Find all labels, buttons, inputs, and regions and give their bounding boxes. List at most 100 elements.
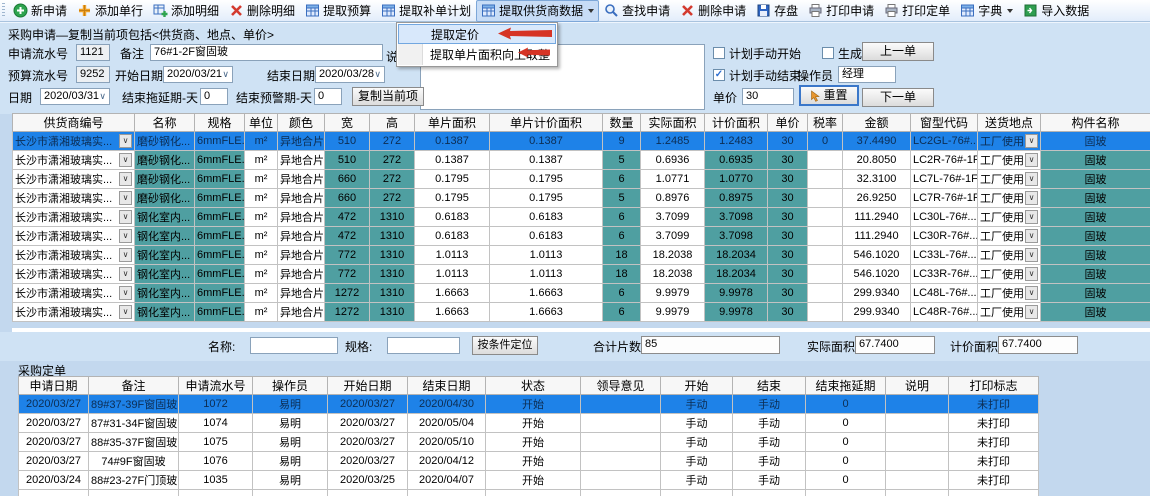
table-cell[interactable]: 546.1020 [843,265,911,284]
table-row[interactable]: 长沙市潇湘玻璃实...∨钢化室内...6mmFLE...m²异地合片127213… [13,284,1150,303]
table-cell[interactable]: 手动 [661,395,733,414]
table-cell[interactable]: LC48L-76#... [911,284,978,303]
cell-dropdown-caret-icon[interactable]: ∨ [1025,305,1038,319]
table-cell[interactable]: 易明 [253,471,328,490]
table-cell[interactable]: 26.9250 [843,189,911,208]
table-cell[interactable]: 长沙市潇湘玻璃实...∨ [13,265,135,284]
table-cell[interactable]: 1072 [179,395,253,414]
table-cell[interactable]: m² [245,227,278,246]
table-cell[interactable]: 1.6663 [415,303,490,322]
table-cell[interactable]: 546.1020 [843,246,911,265]
toolbar-button-delete-request[interactable]: 删除申请 [675,0,751,22]
table-cell[interactable] [581,414,661,433]
table-cell[interactable]: 6mmFLE... [195,265,245,284]
filter-spec-input[interactable] [387,337,460,354]
table-cell[interactable]: 异地合片 [278,284,325,303]
table-cell[interactable]: 钢化室内... [135,208,195,227]
table-cell[interactable]: 772 [325,246,370,265]
table-cell[interactable]: 1310 [370,246,415,265]
table-cell[interactable]: 18 [603,265,641,284]
table-row[interactable]: 长沙市潇湘玻璃实...∨磨砂钢化...6mmFLE...m²异地合片660272… [13,189,1150,208]
table-cell[interactable]: LC2R-76#-1F [911,151,978,170]
table-cell[interactable]: 0.6935 [705,151,768,170]
table-cell[interactable] [581,395,661,414]
table-cell[interactable]: 长沙市潇湘玻璃实...∨ [13,170,135,189]
table-cell[interactable]: 异地合片 [278,170,325,189]
table-cell[interactable]: 9 [603,132,641,151]
table-cell[interactable]: 30 [768,208,808,227]
table-cell[interactable]: LC33L-76#... [911,246,978,265]
table-cell[interactable]: 长沙市潇湘玻璃实...∨ [13,303,135,322]
table-cell[interactable]: 2020/03/27 [19,433,89,452]
table-cell[interactable]: 0 [808,132,843,151]
next-order-button[interactable]: 下一单 [862,88,934,107]
table-cell[interactable]: 6mmFLE... [195,208,245,227]
cell-dropdown-caret-icon[interactable]: ∨ [1025,153,1038,167]
table-cell[interactable]: 2020/03/27 [328,433,408,452]
table-cell[interactable]: 111.2940 [843,208,911,227]
table-cell[interactable]: 510 [325,151,370,170]
table-cell[interactable]: 0 [806,395,886,414]
reset-button[interactable]: 重置 [800,86,858,105]
table-cell[interactable]: 88#35-37F窗固玻 [89,433,179,452]
table-cell[interactable] [886,452,949,471]
table-cell[interactable]: 工厂使用∨ [978,246,1041,265]
table-cell[interactable]: 6mmFLE... [195,151,245,170]
cell-dropdown-caret-icon[interactable]: ∨ [1025,229,1038,243]
table-cell[interactable]: 272 [370,132,415,151]
table-cell[interactable]: m² [245,265,278,284]
cell-dropdown-caret-icon[interactable]: ∨ [119,267,132,281]
toolbar-button-extract-supplement-plan[interactable]: 提取补单计划 [376,0,476,22]
table-cell[interactable]: 6 [603,227,641,246]
table-row[interactable]: 2020/03/2789#37-39F窗固玻1072易明2020/03/2720… [19,395,1039,414]
table-cell[interactable]: 1.0113 [490,246,603,265]
table-cell[interactable]: 长沙市潇湘玻璃实...∨ [13,284,135,303]
table-cell[interactable]: 772 [325,265,370,284]
table-cell[interactable]: 3.7099 [641,208,705,227]
table-cell[interactable]: 2020/03/25 [328,471,408,490]
table-cell[interactable]: 0.1795 [415,189,490,208]
cell-dropdown-caret-icon[interactable]: ∨ [119,305,132,319]
table-cell[interactable]: 固玻 [1041,303,1150,322]
table-cell[interactable]: 1.2483 [705,132,768,151]
table-cell[interactable]: 1076 [179,452,253,471]
table-row[interactable]: 长沙市潇湘玻璃实...∨钢化室内...6mmFLE...m²异地合片772131… [13,265,1150,284]
table-cell[interactable]: 1.0770 [705,170,768,189]
table-cell[interactable]: 异地合片 [278,227,325,246]
table-cell[interactable]: 异地合片 [278,151,325,170]
table-cell[interactable]: 299.9340 [843,303,911,322]
table-cell[interactable] [581,452,661,471]
table-cell[interactable]: 未打印 [949,471,1039,490]
operator-field[interactable]: 经理 [838,66,896,83]
table-cell[interactable]: 6mmFLE... [195,303,245,322]
table-cell[interactable]: 2020/04/30 [408,395,486,414]
table-row[interactable]: 长沙市潇湘玻璃实...∨钢化室内...6mmFLE...m²异地合片472131… [13,208,1150,227]
table-cell[interactable]: 272 [370,151,415,170]
filter-name-input[interactable] [250,337,338,354]
table-cell[interactable]: 1.0113 [415,265,490,284]
table-cell[interactable]: 1310 [370,265,415,284]
table-cell[interactable]: 手动 [733,471,806,490]
table-cell[interactable]: 工厂使用∨ [978,170,1041,189]
table-cell[interactable] [886,433,949,452]
table-cell[interactable]: 2020/04/07 [408,471,486,490]
table-cell[interactable]: 易明 [253,452,328,471]
table-cell[interactable]: m² [245,189,278,208]
cell-dropdown-caret-icon[interactable]: ∨ [119,172,132,186]
table-cell[interactable]: 0.1795 [490,189,603,208]
cell-dropdown-caret-icon[interactable]: ∨ [1025,172,1038,186]
manual-end-checkbox[interactable]: ✓ 计划手动结束 [713,68,801,82]
table-cell[interactable]: 6mmFLE... [195,227,245,246]
table-cell[interactable]: 1.2485 [641,132,705,151]
table-cell[interactable]: 长沙市潇湘玻璃实...∨ [13,246,135,265]
table-cell[interactable]: 异地合片 [278,132,325,151]
table-cell[interactable]: 异地合片 [278,189,325,208]
table-cell[interactable]: 未打印 [949,414,1039,433]
table-cell[interactable]: 1.0771 [641,170,705,189]
table-cell[interactable]: 1.0113 [415,246,490,265]
cell-dropdown-caret-icon[interactable]: ∨ [1025,210,1038,224]
toolbar-button-add-detail[interactable]: 添加明细 [148,0,224,22]
cell-dropdown-caret-icon[interactable]: ∨ [1025,267,1038,281]
table-cell[interactable]: 299.9340 [843,284,911,303]
table-cell[interactable]: 磨砂钢化... [135,189,195,208]
